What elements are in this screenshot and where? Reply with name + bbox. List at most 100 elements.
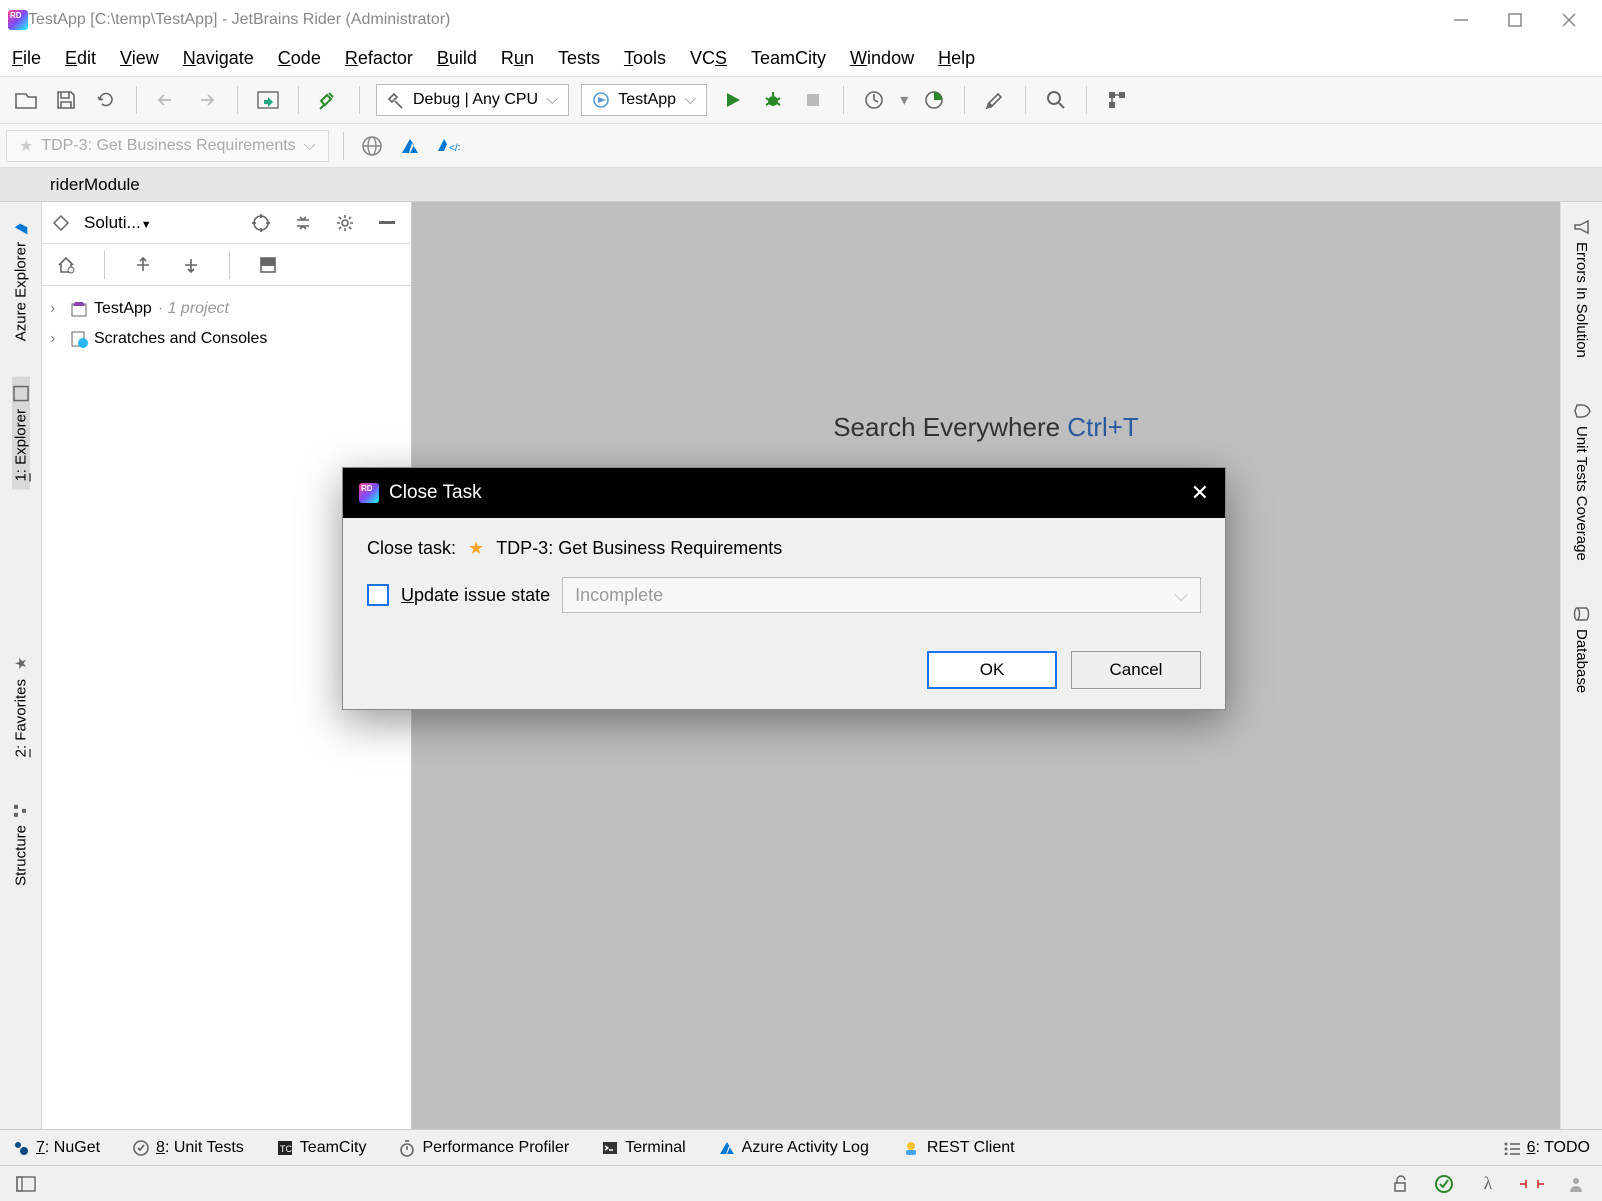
coverage-icon[interactable]: [920, 86, 948, 114]
update-issue-state-label[interactable]: Update issue state: [401, 585, 550, 606]
menu-navigate[interactable]: Navigate: [183, 48, 254, 69]
bottom-tab-unittests[interactable]: 8: Unit Tests: [132, 1139, 244, 1157]
collapse-all-icon[interactable]: [177, 251, 205, 279]
run-icon[interactable]: [719, 86, 747, 114]
azure-icon: [718, 1140, 736, 1156]
cancel-button[interactable]: Cancel: [1071, 651, 1201, 689]
menu-tests[interactable]: Tests: [558, 48, 600, 69]
bottom-tab-teamcity[interactable]: TCTeamCity: [276, 1139, 367, 1157]
bottom-tab-todo[interactable]: 6: TODO: [1503, 1139, 1590, 1157]
open-icon[interactable]: [12, 86, 40, 114]
refresh-icon[interactable]: [92, 86, 120, 114]
globe-icon[interactable]: [358, 132, 386, 160]
profile-dropdown-icon[interactable]: ▾: [900, 90, 908, 110]
bottom-tab-azurelog[interactable]: Azure Activity Log: [718, 1139, 869, 1157]
menu-edit[interactable]: Edit: [65, 48, 96, 69]
bottom-tab-nuget[interactable]: 7: NuGet: [12, 1139, 100, 1157]
menu-help[interactable]: Help: [938, 48, 975, 69]
menu-code[interactable]: Code: [278, 48, 321, 69]
select-in-icon[interactable]: [254, 86, 282, 114]
azure-icon: [12, 218, 30, 236]
menu-window[interactable]: Window: [850, 48, 914, 69]
right-tab-errors[interactable]: Errors In Solution: [1573, 210, 1591, 366]
nuget-icon: [12, 1139, 30, 1157]
bottom-tool-strip: 7: NuGet 8: Unit Tests TCTeamCity Perfor…: [0, 1129, 1602, 1165]
chevron-right-icon: ›: [50, 330, 64, 348]
menu-build[interactable]: Build: [437, 48, 477, 69]
menu-file[interactable]: File: [12, 48, 41, 69]
lambda-icon[interactable]: λ: [1474, 1170, 1502, 1198]
collapse-icon[interactable]: [289, 209, 317, 237]
dialog-close-icon[interactable]: ✕: [1191, 480, 1209, 506]
menu-refactor[interactable]: Refactor: [345, 48, 413, 69]
current-task-label: TDP-3: Get Business Requirements: [41, 137, 295, 155]
maximize-button[interactable]: [1506, 11, 1524, 29]
task-toolbar: ★ TDP-3: Get Business Requirements ⌵ </>: [0, 124, 1602, 168]
menu-tools[interactable]: Tools: [624, 48, 666, 69]
close-task-label: Close task:: [367, 538, 456, 559]
ok-button[interactable]: OK: [927, 651, 1057, 689]
run-config-combo[interactable]: TestApp ⌵: [581, 84, 707, 116]
minimize-button[interactable]: [1452, 11, 1470, 29]
close-task-name: TDP-3: Get Business Requirements: [496, 538, 782, 559]
window-titlebar: TestApp [C:\temp\TestApp] - JetBrains Ri…: [0, 0, 1602, 40]
right-tab-coverage[interactable]: Unit Tests Coverage: [1573, 394, 1591, 569]
left-tab-structure[interactable]: Structure: [12, 793, 30, 894]
gear-icon[interactable]: [331, 209, 359, 237]
resistor-icon[interactable]: [1518, 1170, 1546, 1198]
build-config-combo[interactable]: Debug | Any CPU ⌵: [376, 84, 569, 116]
left-tool-strip: Azure Explorer 1: Explorer 2: Favorites …: [0, 202, 42, 1129]
tree-node-scratches[interactable]: › Scratches and Consoles: [46, 324, 407, 354]
explorer-icon: [12, 385, 30, 403]
save-icon[interactable]: [52, 86, 80, 114]
inspections-icon[interactable]: [1430, 1170, 1458, 1198]
search-icon[interactable]: [1042, 86, 1070, 114]
structure-icon[interactable]: [1103, 86, 1131, 114]
close-button[interactable]: [1560, 11, 1578, 29]
star-icon: ★: [12, 655, 30, 673]
chevron-down-icon: ⌵: [546, 91, 558, 109]
menu-view[interactable]: View: [120, 48, 159, 69]
menu-teamcity[interactable]: TeamCity: [751, 48, 826, 69]
svg-text:TC: TC: [280, 1144, 292, 1154]
forward-icon[interactable]: [193, 86, 221, 114]
breadcrumb-item[interactable]: riderModule: [50, 175, 140, 195]
menu-vcs[interactable]: VCS: [690, 48, 727, 69]
azure-icon[interactable]: [396, 132, 424, 160]
debug-icon[interactable]: [759, 86, 787, 114]
menu-run[interactable]: Run: [501, 48, 534, 69]
profile-icon[interactable]: [860, 86, 888, 114]
preview-icon[interactable]: [254, 251, 282, 279]
bottom-tab-rest[interactable]: REST Client: [901, 1139, 1015, 1157]
stopwatch-icon: [398, 1139, 416, 1157]
stop-icon[interactable]: [799, 86, 827, 114]
search-everywhere-hint: Search Everywhere Ctrl+T: [833, 412, 1139, 443]
left-tab-explorer[interactable]: 1: Explorer: [12, 377, 30, 490]
lock-icon[interactable]: [1386, 1170, 1414, 1198]
build-icon[interactable]: [315, 86, 343, 114]
svg-text:</>: </>: [449, 143, 460, 154]
hide-icon[interactable]: [373, 209, 401, 237]
bottom-tab-terminal[interactable]: Terminal: [601, 1139, 685, 1157]
dialog-title-bar[interactable]: Close Task ✕: [343, 468, 1225, 518]
settings-icon[interactable]: [981, 86, 1009, 114]
azure-code-icon[interactable]: </>: [434, 132, 462, 160]
left-tab-favorites[interactable]: 2: Favorites ★: [12, 647, 30, 765]
status-bar: λ: [0, 1165, 1602, 1201]
left-tab-azure[interactable]: Azure Explorer: [12, 210, 30, 349]
issue-state-select[interactable]: Incomplete ⌵: [562, 577, 1201, 613]
toolwindows-icon[interactable]: [12, 1170, 40, 1198]
main-toolbar: Debug | Any CPU ⌵ TestApp ⌵ ▾: [0, 76, 1602, 124]
solution-icon: [52, 214, 70, 232]
home-icon[interactable]: [52, 251, 80, 279]
current-task-selector[interactable]: ★ TDP-3: Get Business Requirements ⌵: [6, 130, 329, 162]
tree-node-project[interactable]: › TestApp · 1 project: [46, 294, 407, 324]
bottom-tab-profiler[interactable]: Performance Profiler: [398, 1139, 569, 1157]
update-issue-state-checkbox[interactable]: [367, 584, 389, 606]
expand-all-icon[interactable]: [129, 251, 157, 279]
list-icon: [1503, 1141, 1521, 1155]
target-icon[interactable]: [247, 209, 275, 237]
person-icon[interactable]: [1562, 1170, 1590, 1198]
right-tab-database[interactable]: Database: [1573, 597, 1591, 701]
back-icon[interactable]: [153, 86, 181, 114]
